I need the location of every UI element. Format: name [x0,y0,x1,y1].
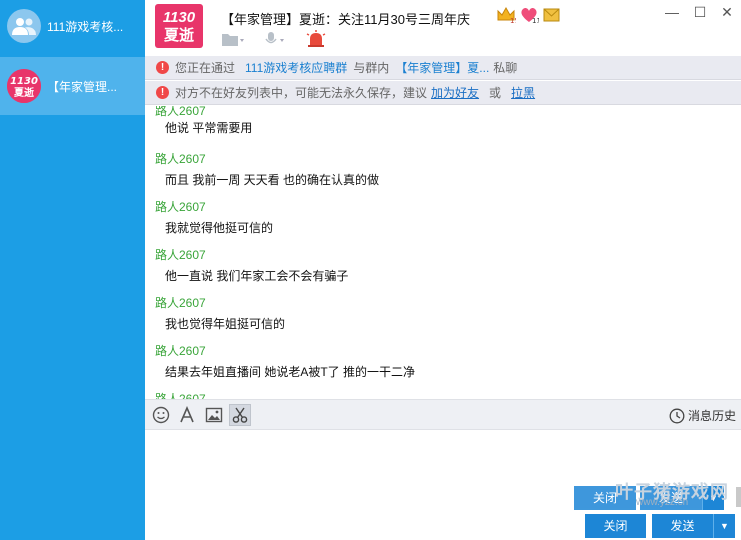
mail-icon[interactable] [542,6,562,24]
sidebar-item-group-chat[interactable]: 111游戏考核... [0,0,145,52]
sidebar: 111游戏考核... 1130 夏逝 【年家管理... [0,0,145,540]
block-link[interactable]: 拉黑 [511,84,535,101]
badge-level-text: 15 [510,17,516,24]
sidebar-item-private-chat[interactable]: 1130 夏逝 【年家管理... [0,57,145,115]
microphone-icon[interactable] [263,31,287,50]
group-avatar-icon [7,9,41,43]
message-text: 结果去年姐直播间 她说老A被T了 推的一干二净 [165,365,416,379]
message-text: 我就觉得他挺可信的 [165,221,274,235]
message-text: 我也觉得年姐挺可信的 [165,317,286,331]
avatar-line1: 1130 [162,9,196,26]
crown-level-icon[interactable]: 15 [496,6,516,24]
minimize-icon[interactable]: — [661,2,683,22]
history-label: 消息历史 [687,409,736,423]
send-options-chevron-down-icon[interactable]: ▼ [713,514,735,538]
badge-count-text: 11 [532,17,539,24]
stranger-notice: ! 对方不在好友列表中，可能无法永久保存，建议 加为好友 或 拉黑 [145,81,741,105]
notice-suffix: 私聊 [493,61,518,75]
badge-group: 15 11 [496,6,562,24]
page-title: 【年家管理】夏逝：关注11月30号三周年庆 [221,12,470,27]
scissors-icon[interactable] [229,404,251,426]
message-history-button[interactable]: 消息历史 [669,407,736,424]
emoji-icon[interactable] [150,404,172,426]
send-button[interactable]: 发送 [652,514,713,538]
message-sender[interactable]: 路人2607 [155,342,206,359]
message-sender[interactable]: 路人2607 [155,106,206,119]
group-link[interactable]: 111游戏考核应聘群 [245,59,347,76]
message-sender[interactable]: 路人2607 [155,198,206,215]
notice-text: 对方不在好友列表中，可能无法永久保存，建议 [175,86,428,100]
warning-icon: ! [156,61,169,74]
notice-mid: 与群内 [353,61,390,75]
folder-icon[interactable] [221,31,245,50]
message-text: 而且 我前一周 天天看 也的确在认真的做 [165,173,380,187]
svg-text:1130: 1130 [10,76,38,87]
message-text: 他说 平常需要用 [165,121,253,135]
clock-icon [669,408,685,423]
maximize-icon[interactable]: ☐ [689,2,711,22]
alarm-icon[interactable] [305,30,327,51]
avatar-line2: 夏逝 [163,27,194,44]
message-list[interactable]: 路人2607 他说 平常需要用 路人2607 而且 我前一周 天天看 也的确在认… [145,106,741,399]
watermark-url: www.yzz.cn [636,497,689,508]
message-text: 他一直说 我们年家工会不会有骗子 [165,269,349,283]
sidebar-item-label: 111游戏考核... [47,19,124,34]
message-sender[interactable]: 路人2607 [155,246,206,263]
member-link[interactable]: 【年家管理】夏... [395,59,489,76]
image-icon[interactable] [203,404,225,426]
scrollbar[interactable] [736,487,741,507]
svg-text:夏逝: 夏逝 [13,86,34,99]
header-toolbar [221,30,327,51]
add-friend-link[interactable]: 加为好友 [431,84,479,101]
close-icon[interactable]: ✕ [716,2,738,22]
private-chat-notice: ! 您正在通过 111游戏考核应聘群 与群内 【年家管理】夏... 私聊 [145,56,741,80]
notice-or: 或 [489,86,502,100]
message-sender[interactable]: 路人2607 [155,390,206,399]
sidebar-item-label: 【年家管理... [47,79,118,94]
message-sender[interactable]: 路人2607 [155,294,206,311]
close-button[interactable]: 关闭 [585,514,646,538]
chat-header: 1130 夏逝 【年家管理】夏逝：关注11月30号三周年庆 15 11 — ☐ … [145,0,741,57]
font-icon[interactable] [176,404,198,426]
warning-icon: ! [156,86,169,99]
input-toolbar: 消息历史 [145,399,741,430]
avatar: 1130 夏逝 [7,69,41,103]
notice-prefix: 您正在通过 [175,61,236,75]
message-sender[interactable]: 路人2607 [155,150,206,167]
heart-icon[interactable]: 11 [519,6,539,24]
contact-avatar[interactable]: 1130 夏逝 [155,4,203,48]
